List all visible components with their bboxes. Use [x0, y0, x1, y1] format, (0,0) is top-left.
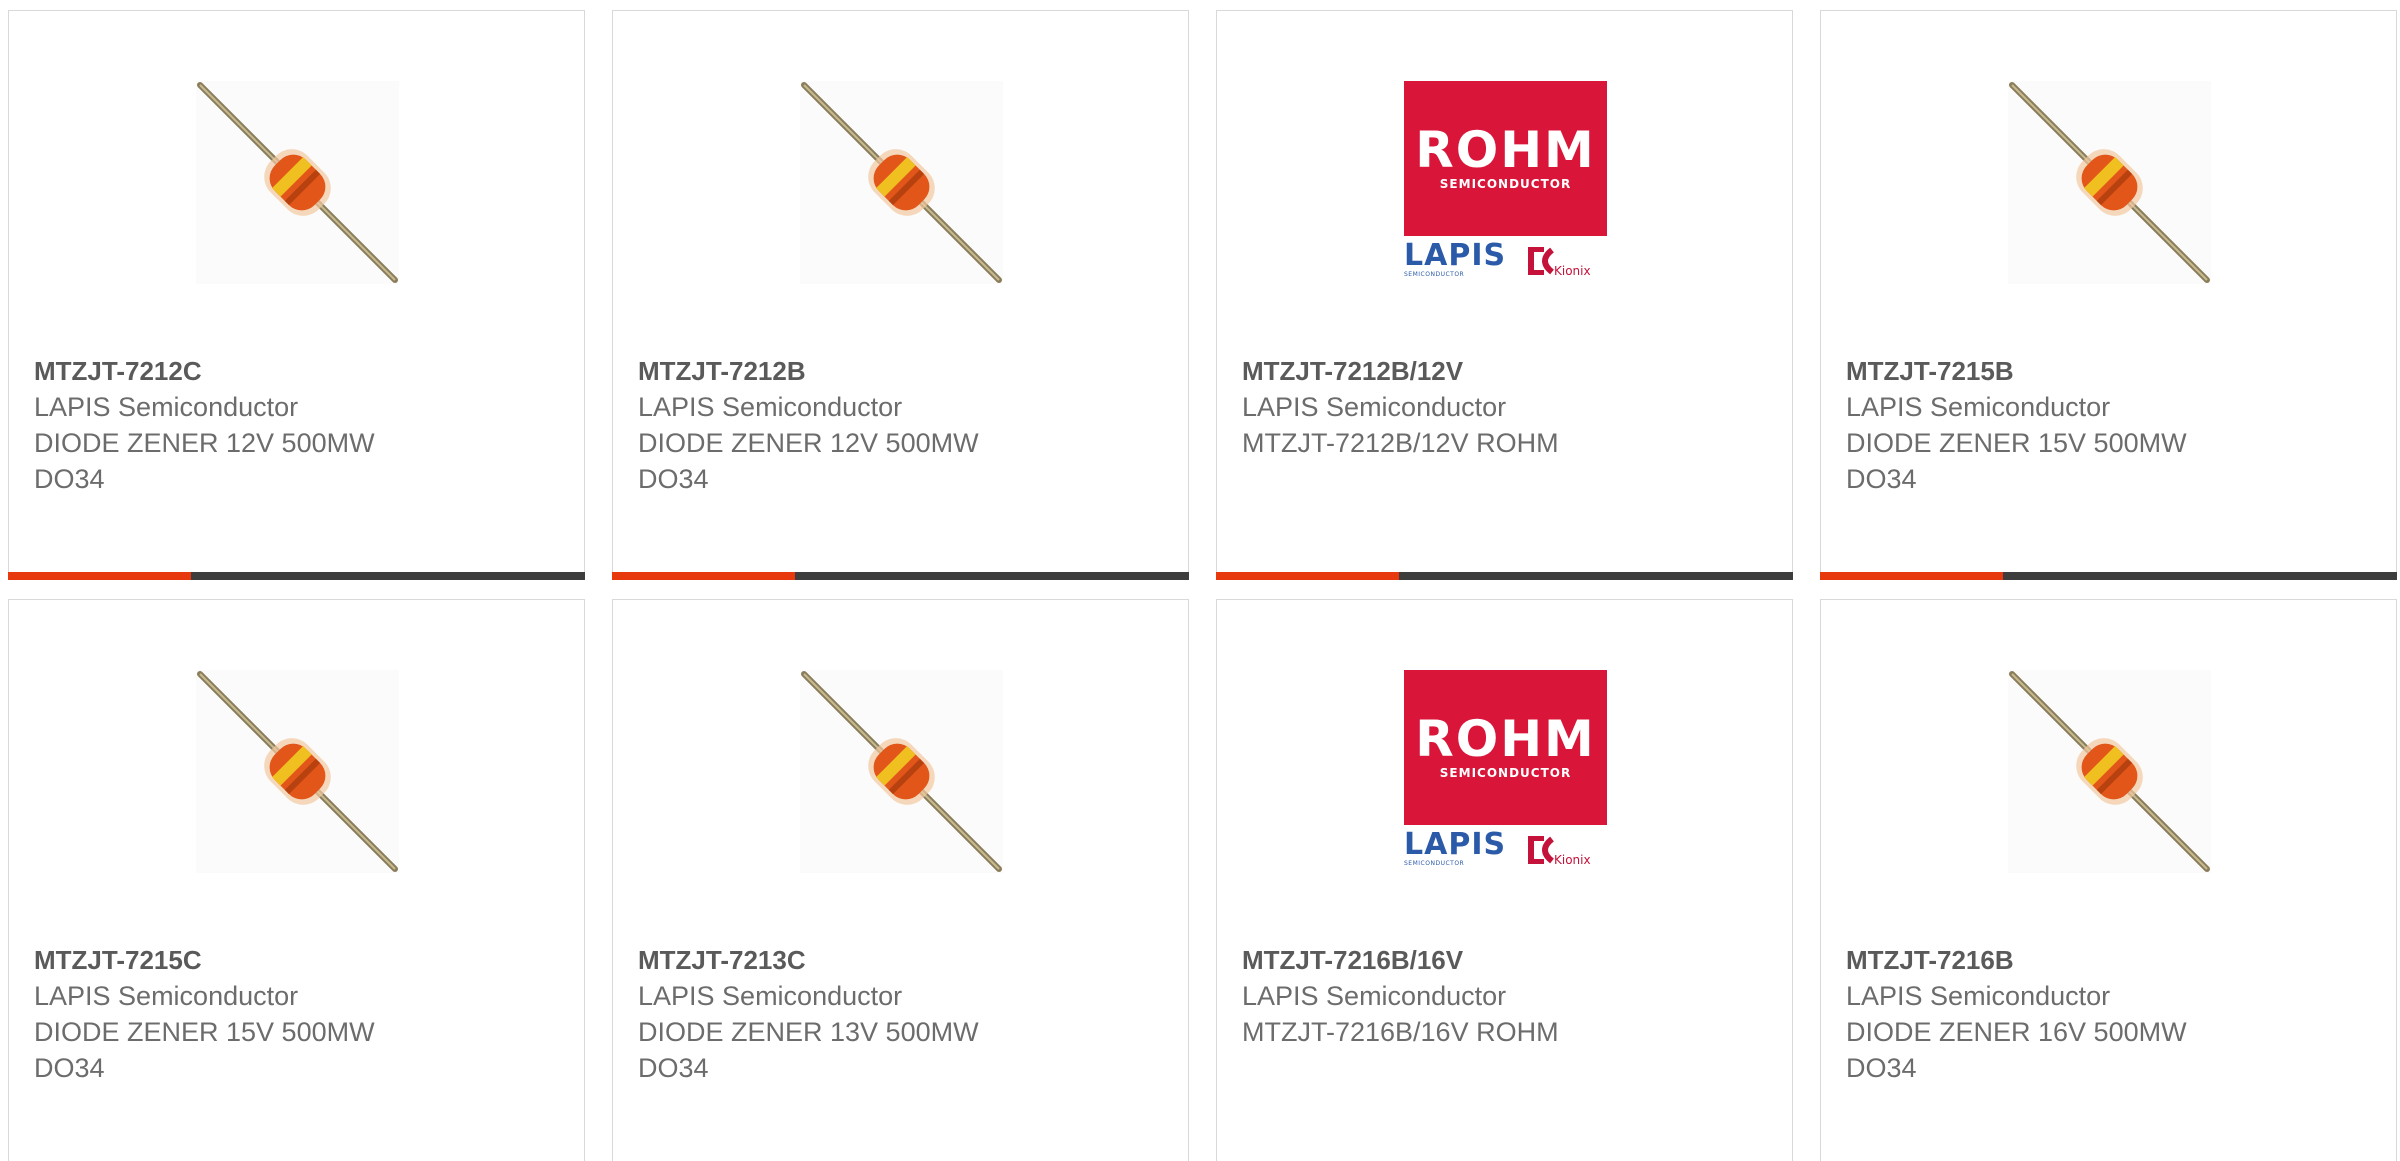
- description: MTZJT-7212B/12V ROHM: [1242, 428, 1559, 458]
- product-image[interactable]: [2008, 81, 2211, 284]
- product-card[interactable]: MTZJT-7212C LAPIS Semiconductor DIODE ZE…: [8, 10, 585, 580]
- rohm-sub-text: SEMICONDUCTOR: [1439, 177, 1572, 191]
- diode-image: [800, 670, 1003, 873]
- diode-image: [196, 81, 399, 284]
- rohm-logo: ROHM SEMICONDUCTOR LAPIS SEMICONDUCTOR K…: [1404, 81, 1607, 284]
- part-number[interactable]: MTZJT-7215B: [1846, 353, 2386, 389]
- rohm-logo: ROHM SEMICONDUCTOR LAPIS SEMICONDUCTOR K…: [1404, 670, 1607, 873]
- product-image[interactable]: [2008, 670, 2211, 873]
- part-number[interactable]: MTZJT-7216B: [1846, 942, 2386, 978]
- part-number[interactable]: MTZJT-7215C: [34, 942, 574, 978]
- product-image[interactable]: [800, 670, 1003, 873]
- description: DIODE ZENER 13V 500MW: [638, 1017, 979, 1047]
- product-grid: MTZJT-7212C LAPIS Semiconductor DIODE ZE…: [0, 0, 2400, 1161]
- diode-image: [196, 670, 399, 873]
- manufacturer: LAPIS Semiconductor: [638, 392, 903, 422]
- product-card[interactable]: MTZJT-7215B LAPIS Semiconductor DIODE ZE…: [1820, 10, 2397, 580]
- product-card[interactable]: ROHM SEMICONDUCTOR LAPIS SEMICONDUCTOR K…: [1216, 599, 1793, 1161]
- part-number[interactable]: MTZJT-7212B: [638, 353, 1178, 389]
- description: DIODE ZENER 15V 500MW: [34, 1017, 375, 1047]
- product-card[interactable]: MTZJT-7216B LAPIS Semiconductor DIODE ZE…: [1820, 599, 2397, 1161]
- card-accent: [612, 572, 795, 580]
- product-card[interactable]: ROHM SEMICONDUCTOR LAPIS SEMICONDUCTOR K…: [1216, 10, 1793, 580]
- card-bottom-bar: [612, 572, 1189, 580]
- rohm-brand-text: ROHM: [1415, 710, 1596, 768]
- lapis-logo-text: LAPIS: [1404, 238, 1507, 273]
- card-bottom-bar: [1216, 572, 1793, 580]
- part-number[interactable]: MTZJT-7212C: [34, 353, 574, 389]
- product-image[interactable]: [800, 81, 1003, 284]
- manufacturer: LAPIS Semiconductor: [1242, 981, 1507, 1011]
- rohm-logo-box: ROHM SEMICONDUCTOR: [1404, 81, 1607, 236]
- manufacturer: LAPIS Semiconductor: [1242, 392, 1507, 422]
- description: DIODE ZENER 12V 500MW: [34, 428, 375, 458]
- card-accent: [1216, 572, 1399, 580]
- description: DIODE ZENER 15V 500MW: [1846, 428, 2187, 458]
- product-card[interactable]: MTZJT-7212B LAPIS Semiconductor DIODE ZE…: [612, 10, 1189, 580]
- package: DO34: [34, 1053, 105, 1083]
- manufacturer: LAPIS Semiconductor: [638, 981, 903, 1011]
- diode-image: [800, 81, 1003, 284]
- description: DIODE ZENER 16V 500MW: [1846, 1017, 2187, 1047]
- description: DIODE ZENER 12V 500MW: [638, 428, 979, 458]
- diode-image: [2008, 670, 2211, 873]
- kionix-text: Kionix: [1554, 853, 1591, 867]
- package: DO34: [1846, 1053, 1917, 1083]
- product-card[interactable]: MTZJT-7215C LAPIS Semiconductor DIODE ZE…: [8, 599, 585, 1161]
- product-image[interactable]: [196, 81, 399, 284]
- lapis-logo-text: LAPIS: [1404, 827, 1507, 862]
- part-number[interactable]: MTZJT-7213C: [638, 942, 1178, 978]
- rohm-logo-box: ROHM SEMICONDUCTOR: [1404, 670, 1607, 825]
- part-number[interactable]: MTZJT-7216B/16V: [1242, 942, 1782, 978]
- lapis-sub-text: SEMICONDUCTOR: [1404, 271, 1465, 278]
- card-bottom-bar: [8, 572, 585, 580]
- manufacturer: LAPIS Semiconductor: [34, 392, 299, 422]
- card-accent: [8, 572, 191, 580]
- manufacturer: LAPIS Semiconductor: [1846, 392, 2111, 422]
- card-bottom-bar: [1820, 572, 2397, 580]
- rohm-sub-text: SEMICONDUCTOR: [1439, 766, 1572, 780]
- product-card[interactable]: MTZJT-7213C LAPIS Semiconductor DIODE ZE…: [612, 599, 1189, 1161]
- package: DO34: [1846, 464, 1917, 494]
- product-image[interactable]: ROHM SEMICONDUCTOR LAPIS SEMICONDUCTOR K…: [1404, 81, 1607, 284]
- description: MTZJT-7216B/16V ROHM: [1242, 1017, 1559, 1047]
- rohm-brand-text: ROHM: [1415, 121, 1596, 179]
- kionix-text: Kionix: [1554, 264, 1591, 278]
- product-image[interactable]: ROHM SEMICONDUCTOR LAPIS SEMICONDUCTOR K…: [1404, 670, 1607, 873]
- package: DO34: [638, 464, 709, 494]
- manufacturer: LAPIS Semiconductor: [1846, 981, 2111, 1011]
- product-image[interactable]: [196, 670, 399, 873]
- card-accent: [1820, 572, 2003, 580]
- lapis-sub-text: SEMICONDUCTOR: [1404, 860, 1465, 867]
- diode-image: [2008, 81, 2211, 284]
- package: DO34: [34, 464, 105, 494]
- manufacturer: LAPIS Semiconductor: [34, 981, 299, 1011]
- part-number[interactable]: MTZJT-7212B/12V: [1242, 353, 1782, 389]
- package: DO34: [638, 1053, 709, 1083]
